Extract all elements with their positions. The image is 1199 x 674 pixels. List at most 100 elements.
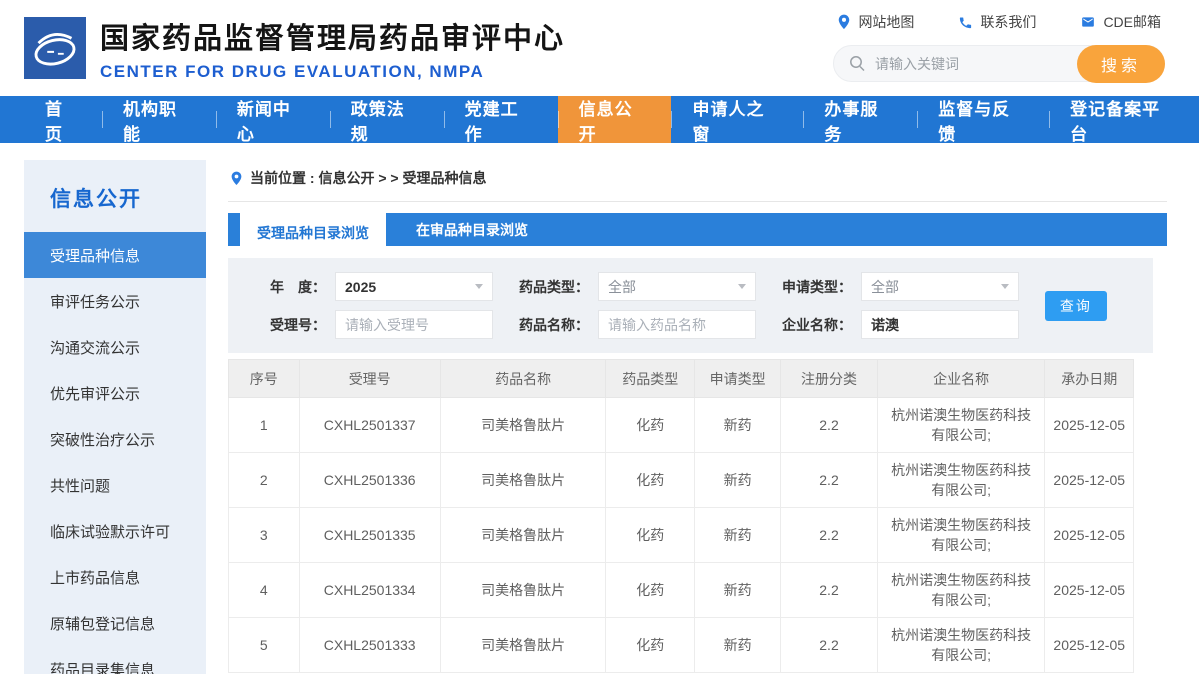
drug-type-field: 药品类型： 全部 (509, 272, 756, 301)
cell-drug-type: 化药 (606, 398, 695, 453)
sidebar: 信息公开 受理品种信息 审评任务公示 沟通交流公示 优先审评公示 突破性治疗公示… (24, 160, 206, 674)
sidebar-item[interactable]: 共性问题 (24, 462, 206, 508)
cell-drug-type: 化药 (606, 453, 695, 508)
table-row[interactable]: 2 CXHL2501336 司美格鲁肽片 化药 新药 2.2 杭州诺澳生物医药科… (229, 453, 1134, 508)
nav-item[interactable]: 首页 (24, 96, 102, 143)
cell-reg-class: 2.2 (781, 453, 878, 508)
main-panel: 当前位置 : 信息公开 > > 受理品种信息 受理品种目录浏览 在审品种目录浏览… (228, 160, 1167, 674)
cell-drug-type: 化药 (606, 563, 695, 618)
chevron-down-icon (1001, 284, 1009, 289)
sidebar-item[interactable]: 优先审评公示 (24, 370, 206, 416)
company-input[interactable] (861, 310, 1019, 339)
cell-index: 5 (229, 618, 300, 673)
year-select[interactable]: 2025 (335, 272, 493, 301)
site-header: 国家药品监督管理局药品审评中心 CENTER FOR DRUG EVALUATI… (0, 0, 1199, 96)
tabs: 受理品种目录浏览 在审品种目录浏览 (228, 213, 558, 246)
sitemap-link[interactable]: 网站地图 (837, 12, 914, 32)
sidebar-item[interactable]: 沟通交流公示 (24, 324, 206, 370)
cell-date: 2025-12-05 (1045, 563, 1134, 618)
results-table: 序号 受理号 药品名称 药品类型 申请类型 注册分类 企业名称 (228, 359, 1134, 673)
logo-swoosh-icon (24, 17, 86, 79)
cell-apply-type: 新药 (695, 618, 781, 673)
sidebar-item[interactable]: 原辅包登记信息 (24, 600, 206, 646)
company-field: 企业名称： (772, 310, 1019, 339)
table-row[interactable]: 4 CXHL2501334 司美格鲁肽片 化药 新药 2.2 杭州诺澳生物医药科… (229, 563, 1134, 618)
year-value: 2025 (345, 279, 376, 295)
sidebar-item[interactable]: 药品目录集信息 (24, 646, 206, 674)
tab[interactable]: 在审品种目录浏览 (386, 213, 558, 246)
nav-item[interactable]: 办事服务 (803, 96, 917, 143)
cell-reg-class: 2.2 (781, 508, 878, 563)
table-body: 1 CXHL2501337 司美格鲁肽片 化药 新药 2.2 杭州诺澳生物医药科… (229, 398, 1134, 673)
quick-links: 网站地图 联系我们 CDE邮箱 (837, 12, 1161, 32)
cell-apply-type: 新药 (695, 563, 781, 618)
cell-reg-class: 2.2 (781, 398, 878, 453)
search-input[interactable] (875, 56, 1074, 72)
filter-grid: 年 度： 2025 药品类型： 全部 申 (246, 272, 1019, 339)
cde-logo (24, 17, 86, 79)
nav-item[interactable]: 政策法规 (330, 96, 444, 143)
main-nav: 首页 机构职能 新闻中心 政策法规 党建工作 信息公开 申请人之窗 办事服务 监… (0, 96, 1199, 143)
accept-no-field: 受理号： (246, 310, 493, 339)
envelope-icon (1080, 15, 1096, 29)
search-button[interactable]: 搜索 (1077, 45, 1165, 83)
breadcrumb: 当前位置 : 信息公开 > > 受理品种信息 (228, 160, 1167, 202)
cell-accept-no: CXHL2501334 (299, 563, 440, 618)
sidebar-item[interactable]: 审评任务公示 (24, 278, 206, 324)
cell-company: 杭州诺澳生物医药科技有限公司; (877, 453, 1044, 508)
tab[interactable]: 受理品种目录浏览 (240, 213, 386, 253)
cell-drug-name: 司美格鲁肽片 (440, 453, 606, 508)
nav-item[interactable]: 新闻中心 (216, 96, 330, 143)
accept-no-input[interactable] (335, 310, 493, 339)
mailbox-link[interactable]: CDE邮箱 (1080, 12, 1161, 32)
sidebar-item[interactable]: 突破性治疗公示 (24, 416, 206, 462)
cell-apply-type: 新药 (695, 453, 781, 508)
contact-label: 联系我们 (980, 12, 1036, 32)
table-row[interactable]: 1 CXHL2501337 司美格鲁肽片 化药 新药 2.2 杭州诺澳生物医药科… (229, 398, 1134, 453)
nav-item[interactable]: 党建工作 (444, 96, 558, 143)
cell-drug-type: 化药 (606, 508, 695, 563)
cell-company: 杭州诺澳生物医药科技有限公司; (877, 563, 1044, 618)
content-area: 信息公开 受理品种信息 审评任务公示 沟通交流公示 优先审评公示 突破性治疗公示… (0, 143, 1199, 674)
sidebar-item[interactable]: 受理品种信息 (24, 232, 206, 278)
column-header: 受理号 (299, 360, 440, 398)
mailbox-label: CDE邮箱 (1103, 12, 1161, 32)
brand-titles: 国家药品监督管理局药品审评中心 CENTER FOR DRUG EVALUATI… (100, 15, 565, 82)
table-row[interactable]: 5 CXHL2501333 司美格鲁肽片 化药 新药 2.2 杭州诺澳生物医药科… (229, 618, 1134, 673)
drug-name-input[interactable] (598, 310, 756, 339)
nav-item[interactable]: 监督与反馈 (917, 96, 1049, 143)
brand: 国家药品监督管理局药品审评中心 CENTER FOR DRUG EVALUATI… (24, 0, 565, 96)
drug-type-select[interactable]: 全部 (598, 272, 756, 301)
cell-index: 3 (229, 508, 300, 563)
cell-accept-no: CXHL2501335 (299, 508, 440, 563)
nav-item[interactable]: 信息公开 (558, 96, 672, 143)
chevron-down-icon (738, 284, 746, 289)
drug-name-label: 药品名称： (509, 315, 589, 335)
cell-drug-name: 司美格鲁肽片 (440, 508, 606, 563)
nav-item[interactable]: 申请人之窗 (671, 96, 803, 143)
tab-bar: 受理品种目录浏览 在审品种目录浏览 (228, 213, 1167, 246)
contact-link[interactable]: 联系我们 (958, 12, 1036, 32)
table-row[interactable]: 3 CXHL2501335 司美格鲁肽片 化药 新药 2.2 杭州诺澳生物医药科… (229, 508, 1134, 563)
drug-type-value: 全部 (608, 277, 636, 297)
year-label: 年 度： (246, 277, 326, 297)
cell-apply-type: 新药 (695, 398, 781, 453)
header-right: 网站地图 联系我们 CDE邮箱 (833, 0, 1165, 96)
column-header: 承办日期 (1045, 360, 1134, 398)
cell-date: 2025-12-05 (1045, 398, 1134, 453)
accept-no-label: 受理号： (246, 315, 326, 335)
sidebar-item[interactable]: 上市药品信息 (24, 554, 206, 600)
nav-item[interactable]: 登记备案平台 (1049, 96, 1199, 143)
nav-item[interactable]: 机构职能 (102, 96, 216, 143)
cell-date: 2025-12-05 (1045, 508, 1134, 563)
location-pin-icon (837, 14, 851, 30)
column-header: 企业名称 (877, 360, 1044, 398)
filter-panel: 年 度： 2025 药品类型： 全部 申 (228, 258, 1153, 353)
query-button[interactable]: 查询 (1045, 291, 1107, 321)
cell-company: 杭州诺澳生物医药科技有限公司; (877, 508, 1044, 563)
search-bar: 搜索 (833, 45, 1165, 82)
apply-type-select[interactable]: 全部 (861, 272, 1019, 301)
apply-type-field: 申请类型： 全部 (772, 272, 1019, 301)
sidebar-item[interactable]: 临床试验默示许可 (24, 508, 206, 554)
cell-index: 4 (229, 563, 300, 618)
